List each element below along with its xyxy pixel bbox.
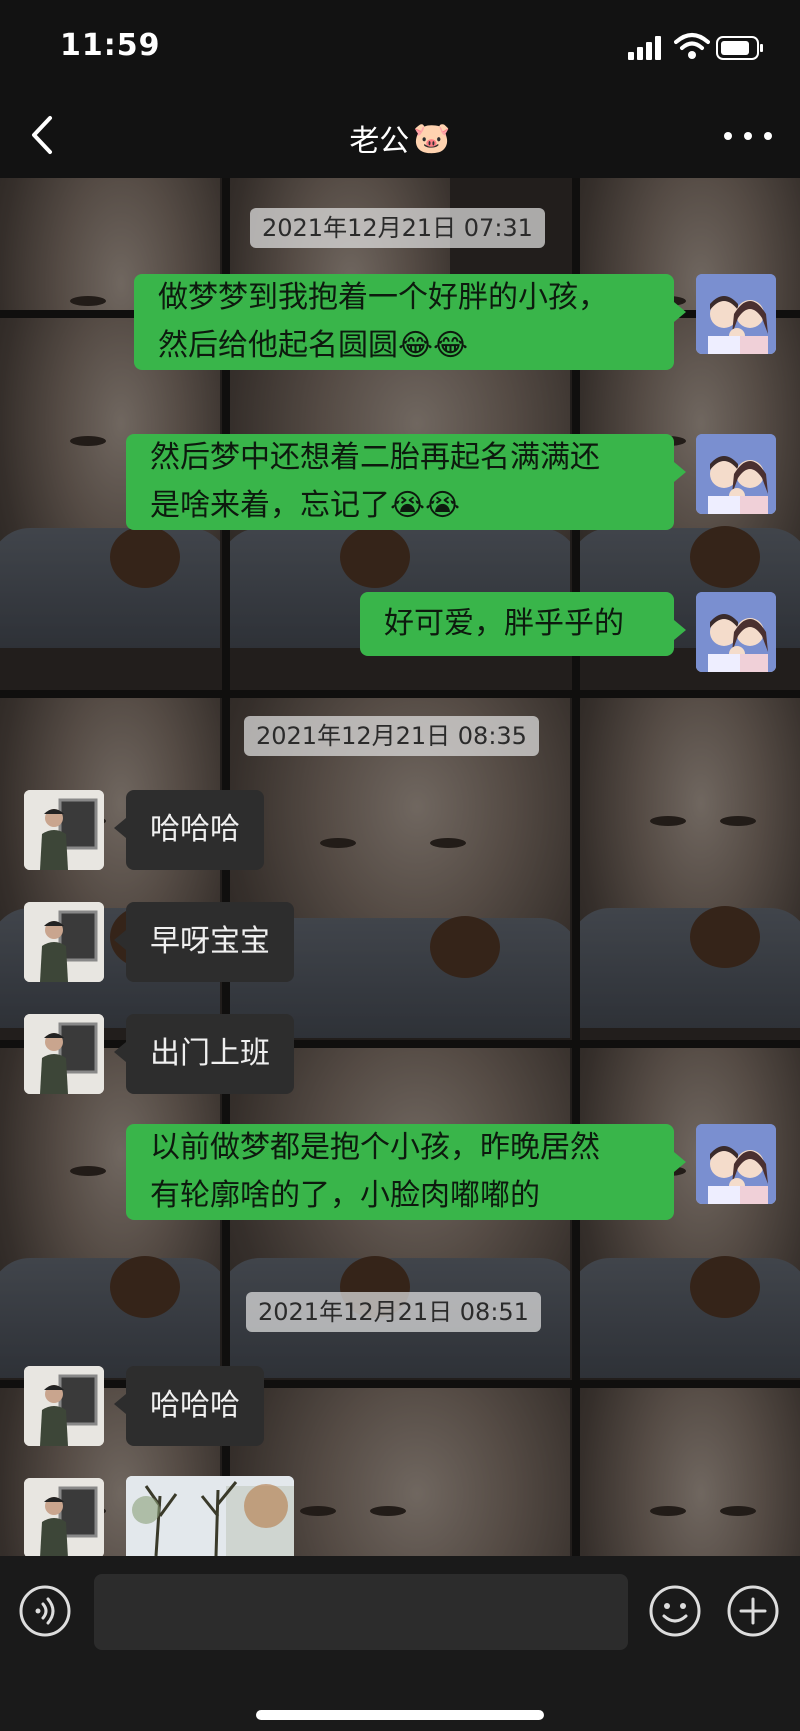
message-timestamp: 2021年12月21日 07:31: [250, 208, 545, 248]
contact-avatar-icon: [24, 1014, 104, 1094]
message-text-line: 以前做梦都是抱个小孩，昨晚居然: [150, 1130, 600, 1165]
pig-emoji: 🐷: [413, 120, 451, 156]
couple-avatar-icon: [696, 1124, 776, 1204]
my-avatar[interactable]: [696, 1124, 776, 1204]
crying-emoji: 😭😭: [390, 488, 461, 523]
incoming-message-bubble[interactable]: 哈哈哈: [114, 1366, 264, 1446]
chat-header: 老公 🐷: [0, 92, 800, 178]
outgoing-message-bubble[interactable]: 好可爱，胖乎乎的: [360, 592, 686, 656]
couple-avatar-icon: [696, 434, 776, 514]
chat-title: 老公 🐷: [0, 116, 800, 160]
cellular-signal-icon: [628, 36, 662, 60]
image-message[interactable]: [126, 1476, 294, 1556]
message-text-line: 有轮廓啥的了，小脸肉嘟嘟的: [150, 1178, 540, 1213]
message-input[interactable]: [94, 1574, 628, 1650]
more-options-icon[interactable]: [724, 130, 776, 142]
contact-avatar[interactable]: [24, 1366, 104, 1446]
status-bar: 11:59: [0, 0, 800, 92]
input-bar: [0, 1556, 800, 1731]
message-text: 早呀宝宝: [150, 924, 270, 959]
outgoing-message-bubble[interactable]: 以前做梦都是抱个小孩，昨晚居然 有轮廓啥的了，小脸肉嘟嘟的: [126, 1124, 686, 1220]
laughing-emoji: 😂😂: [398, 328, 469, 363]
home-indicator[interactable]: [256, 1710, 544, 1720]
wifi-icon: [674, 33, 710, 59]
chat-area[interactable]: 2021年12月21日 07:31 做梦梦到我抱着一个好胖的小孩， 然后给他起名…: [0, 178, 800, 1556]
message-text: 好可爱，胖乎乎的: [384, 606, 624, 641]
contact-avatar-icon: [24, 1478, 104, 1556]
status-time: 11:59: [60, 28, 161, 63]
contact-avatar[interactable]: [24, 1014, 104, 1094]
my-avatar[interactable]: [696, 592, 776, 672]
message-timestamp: 2021年12月21日 08:51: [246, 1292, 541, 1332]
message-text-line: 是啥来着，忘记了😭😭: [150, 488, 461, 523]
incoming-message-bubble[interactable]: 早呀宝宝: [114, 902, 294, 982]
message-text: 哈哈哈: [150, 812, 240, 847]
outgoing-message-bubble[interactable]: 做梦梦到我抱着一个好胖的小孩， 然后给他起名圆圆😂😂: [134, 274, 686, 370]
outgoing-message-bubble[interactable]: 然后梦中还想着二胎再起名满满还 是啥来着，忘记了😭😭: [126, 434, 686, 530]
plus-icon[interactable]: [726, 1584, 780, 1638]
contact-name: 老公: [349, 124, 410, 159]
couple-avatar-icon: [696, 274, 776, 354]
message-text: 出门上班: [150, 1036, 270, 1071]
incoming-message-bubble[interactable]: 出门上班: [114, 1014, 294, 1094]
my-avatar[interactable]: [696, 274, 776, 354]
contact-avatar-icon: [24, 1366, 104, 1446]
contact-avatar[interactable]: [24, 790, 104, 870]
battery-icon: [716, 36, 763, 60]
message-text-line: 然后梦中还想着二胎再起名满满还: [150, 440, 600, 475]
incoming-message-bubble[interactable]: 哈哈哈: [114, 790, 264, 870]
contact-avatar[interactable]: [24, 1478, 104, 1556]
contact-avatar-icon: [24, 790, 104, 870]
couple-avatar-icon: [696, 592, 776, 672]
message-timestamp: 2021年12月21日 08:35: [244, 716, 539, 756]
contact-avatar-icon: [24, 902, 104, 982]
emoji-icon[interactable]: [648, 1584, 702, 1638]
voice-icon[interactable]: [18, 1584, 72, 1638]
contact-avatar[interactable]: [24, 902, 104, 982]
message-text: 哈哈哈: [150, 1388, 240, 1423]
my-avatar[interactable]: [696, 434, 776, 514]
message-text-line: 然后给他起名圆圆😂😂: [158, 328, 469, 363]
message-text-line: 做梦梦到我抱着一个好胖的小孩，: [158, 280, 608, 315]
tree-photo-icon: [126, 1476, 294, 1556]
